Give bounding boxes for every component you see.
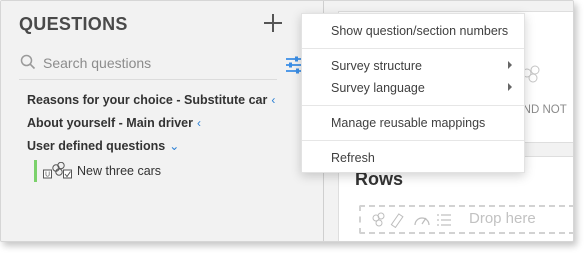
rows-dropzone[interactable]: Drop here bbox=[359, 205, 573, 234]
menu-separator bbox=[302, 140, 524, 141]
search-input[interactable] bbox=[43, 53, 263, 73]
question-accent-bar bbox=[34, 160, 37, 182]
menu-item-refresh[interactable]: Refresh bbox=[331, 151, 375, 165]
tree-item-label: Reasons for your choice - Substitute car bbox=[27, 93, 268, 107]
submenu-arrow-icon bbox=[508, 61, 512, 69]
question-type-icon: U bbox=[43, 162, 72, 179]
panel-title: QUESTIONS bbox=[19, 14, 128, 34]
menu-item-show-numbers[interactable]: Show question/section numbers bbox=[331, 24, 508, 38]
submenu-arrow-icon bbox=[508, 83, 512, 91]
tree-item-about-yourself[interactable]: About yourself - Main driver ‹ bbox=[27, 116, 201, 130]
menu-item-manage-mappings[interactable]: Manage reusable mappings bbox=[331, 116, 485, 130]
options-menu: Show question/section numbers Survey str… bbox=[301, 13, 525, 173]
tree-item-user-defined[interactable]: User defined questions ⌄ bbox=[27, 139, 179, 153]
questions-panel: QUESTIONS Reasons for your choice - Subs… bbox=[1, 1, 323, 241]
app-window: QUESTIONS Reasons for your choice - Subs… bbox=[0, 0, 574, 242]
question-label: New three cars bbox=[77, 164, 162, 178]
tree-item-reasons[interactable]: Reasons for your choice - Substitute car… bbox=[27, 93, 275, 107]
chevron-left-icon[interactable]: ‹ bbox=[197, 116, 201, 130]
tree-item-label: User defined questions bbox=[27, 139, 166, 153]
tree-item-label: About yourself - Main driver bbox=[27, 116, 193, 130]
chevron-left-icon[interactable]: ‹ bbox=[271, 93, 275, 107]
menu-separator bbox=[302, 105, 524, 106]
add-question-icon[interactable] bbox=[263, 13, 283, 33]
menu-item-survey-structure[interactable]: Survey structure bbox=[331, 59, 422, 73]
drop-type-icons bbox=[372, 212, 451, 228]
drop-here-text: Drop here bbox=[469, 210, 536, 227]
chevron-down-icon[interactable]: ⌄ bbox=[169, 139, 179, 153]
menu-item-survey-language[interactable]: Survey language bbox=[331, 81, 425, 95]
search-underline bbox=[19, 79, 277, 80]
svg-text:U: U bbox=[45, 171, 50, 179]
search-icon bbox=[20, 54, 36, 70]
menu-separator bbox=[302, 48, 524, 49]
